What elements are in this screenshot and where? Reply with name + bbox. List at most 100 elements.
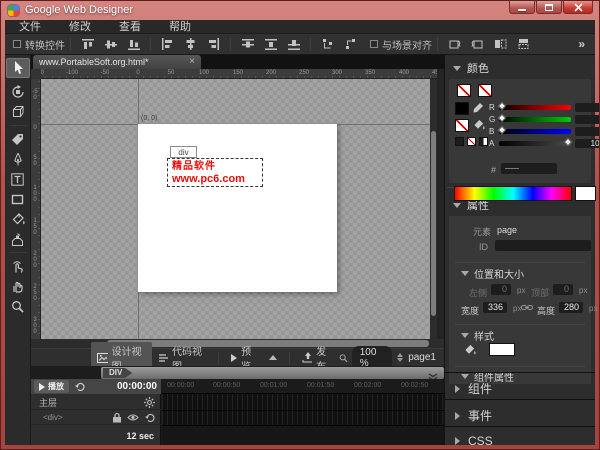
channel-value[interactable]: 0: [575, 127, 600, 136]
vertical-scrollbar-thumb[interactable]: [431, 131, 436, 316]
gesture-tool[interactable]: [6, 256, 30, 276]
lock-icon[interactable]: [112, 412, 122, 423]
align-middle-icon[interactable]: [99, 36, 122, 53]
no-color-swatch-2[interactable]: [478, 84, 492, 97]
preview-dropdown-button[interactable]: [263, 354, 283, 361]
color-panel-title: 颜色: [467, 60, 489, 76]
channel-value[interactable]: 100: [575, 139, 600, 148]
css-panel-header[interactable]: CSS: [445, 426, 595, 450]
stepper-up-icon[interactable]: [397, 353, 403, 357]
zoom-stepper[interactable]: [397, 353, 403, 362]
background-color-swatch[interactable]: [489, 343, 515, 356]
layer-row-main[interactable]: 主层: [31, 396, 161, 410]
style-header[interactable]: 样式: [461, 328, 494, 343]
menu-help[interactable]: 帮助: [155, 20, 205, 34]
color-mode-solid-icon[interactable]: [455, 137, 464, 146]
close-button[interactable]: [563, 1, 593, 14]
layer-loop-icon[interactable]: [144, 413, 156, 423]
menu-file[interactable]: 文件: [5, 20, 55, 34]
maximize-button[interactable]: [536, 1, 562, 14]
maximize-icon: [545, 4, 553, 11]
no-color-swatch-1[interactable]: [457, 84, 471, 97]
width-value[interactable]: 336: [483, 302, 507, 313]
green-slider[interactable]: [499, 117, 571, 122]
transform-controls-checkbox[interactable]: [13, 40, 21, 48]
link-dimensions-icon[interactable]: [521, 303, 533, 312]
page-indicator[interactable]: page1: [408, 352, 436, 363]
stepper-down-icon[interactable]: [397, 358, 403, 362]
distribute-top-icon[interactable]: [236, 36, 259, 53]
gear-icon[interactable]: [144, 397, 155, 408]
window-title: Google Web Designer: [25, 4, 133, 16]
menu-edit[interactable]: 修改: [55, 20, 105, 34]
stroke-color-swatch[interactable]: [455, 102, 469, 115]
alpha-slider[interactable]: [499, 141, 571, 146]
selected-div-element[interactable]: 精品软件 www.pc6.com: [167, 158, 263, 187]
breadcrumb-node-div[interactable]: DIV: [103, 368, 132, 378]
slider-thumb[interactable]: [498, 125, 506, 133]
play-button[interactable]: 播放: [34, 380, 69, 393]
color-panel-header[interactable]: 颜色: [445, 55, 595, 79]
align-bottom-icon[interactable]: [122, 36, 145, 53]
selection-tool[interactable]: [6, 58, 30, 78]
ink-bottle-tool[interactable]: [6, 229, 30, 249]
top-value[interactable]: 0: [553, 284, 573, 295]
left-value[interactable]: 0: [491, 284, 511, 295]
timeline-left-column: 播放 00:00:00 主层 <div>: [31, 379, 161, 445]
align-top-icon[interactable]: [76, 36, 99, 53]
white-swatch[interactable]: [575, 186, 596, 201]
flip-horizontal-icon[interactable]: [489, 36, 512, 53]
color-mode-split-icon[interactable]: [479, 137, 488, 146]
blue-slider[interactable]: [499, 129, 571, 134]
align-center-icon[interactable]: [179, 36, 202, 53]
tag-tool[interactable]: [6, 129, 30, 149]
channel-value[interactable]: 0: [575, 103, 600, 112]
eye-icon[interactable]: [127, 413, 139, 422]
hand-tool[interactable]: [6, 276, 30, 296]
slider-thumb[interactable]: [498, 101, 506, 109]
align-right-icon[interactable]: [202, 36, 225, 53]
minimize-button[interactable]: [509, 1, 535, 14]
toolbar-overflow-button[interactable]: »: [578, 37, 585, 51]
loop-playback-icon[interactable]: [74, 382, 86, 392]
hex-color-input[interactable]: [501, 163, 557, 174]
components-panel-title: 组件: [468, 380, 492, 397]
3d-translate-tool[interactable]: [6, 102, 30, 122]
red-slider[interactable]: [499, 105, 571, 110]
paint-bucket-tool[interactable]: [6, 209, 30, 229]
artboard[interactable]: div 精品软件 www.pc6.com: [138, 124, 337, 292]
align-to-scene-checkbox[interactable]: [370, 40, 378, 48]
distribute-horizontal-icon[interactable]: [316, 36, 339, 53]
distribute-bottom-icon[interactable]: [282, 36, 305, 53]
rotate-right-icon[interactable]: [466, 36, 489, 53]
toolbar-separator: [310, 37, 311, 51]
color-spectrum-bar[interactable]: [454, 186, 572, 201]
timeline-frames[interactable]: [162, 394, 444, 426]
3d-rotate-tool[interactable]: [6, 82, 30, 102]
ruler-tick: 0: [136, 70, 139, 76]
pen-tool[interactable]: [6, 149, 30, 169]
height-value[interactable]: 280: [559, 302, 583, 313]
text-tool[interactable]: [6, 169, 30, 189]
tab-close-icon[interactable]: ×: [189, 57, 195, 67]
fill-color-swatch[interactable]: [455, 119, 469, 132]
menu-view[interactable]: 查看: [105, 20, 155, 34]
color-mode-none-icon[interactable]: [467, 137, 476, 146]
zoom-tool[interactable]: [6, 296, 30, 316]
channel-value[interactable]: 0: [575, 115, 600, 124]
shape-tool[interactable]: [6, 189, 30, 209]
palette-separator: [9, 252, 27, 253]
flip-vertical-icon[interactable]: [512, 36, 535, 53]
distribute-vertical-icon[interactable]: [339, 36, 362, 53]
timeline-ruler[interactable]: 00:00:00 00:00:50 00:01:00 00:01:50 00:0…: [162, 379, 444, 394]
slider-thumb[interactable]: [564, 137, 572, 145]
rotate-left-icon[interactable]: [443, 36, 466, 53]
align-left-icon[interactable]: [156, 36, 179, 53]
distribute-middle-icon[interactable]: [259, 36, 282, 53]
document-tab[interactable]: www.PortableSoft.org.html* ×: [33, 55, 201, 69]
layer-row-div[interactable]: <div>: [31, 411, 161, 425]
vertical-scrollbar[interactable]: [430, 79, 437, 339]
id-input[interactable]: [495, 240, 591, 251]
position-size-header[interactable]: 位置和大小: [461, 266, 524, 281]
slider-thumb[interactable]: [498, 113, 506, 121]
